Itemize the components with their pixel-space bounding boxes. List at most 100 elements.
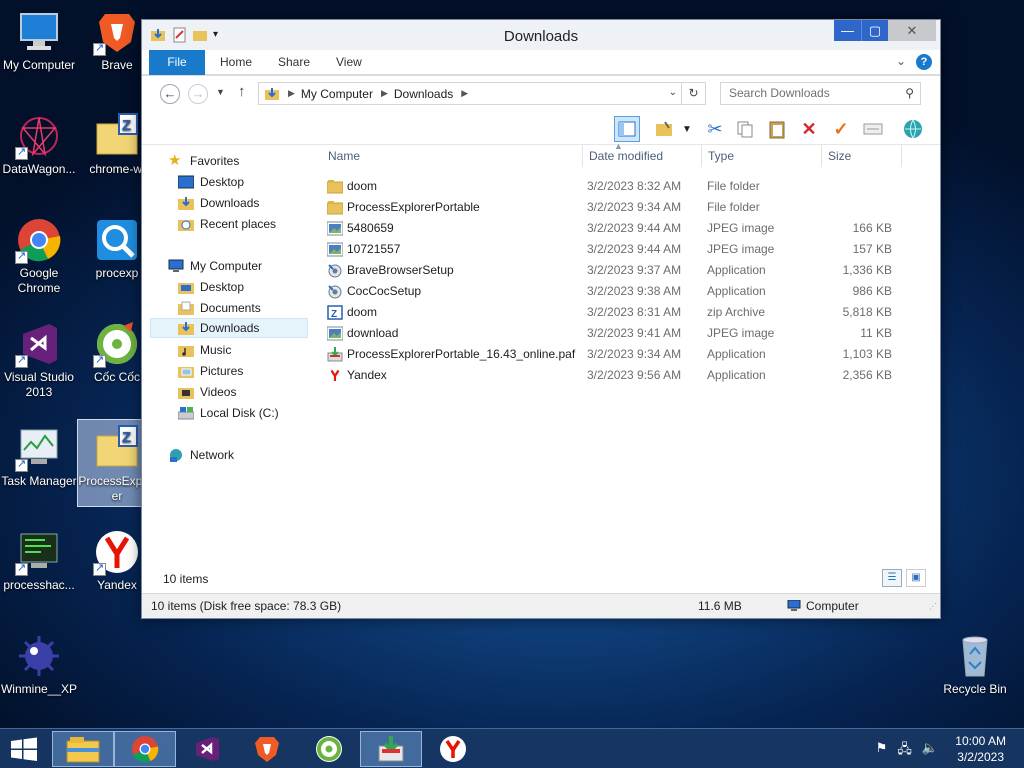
copy-icon[interactable] bbox=[732, 116, 758, 142]
file-type: Application bbox=[707, 284, 766, 298]
select-all-icon[interactable] bbox=[860, 116, 886, 142]
file-row[interactable]: 5480659 3/2/2023 9:44 AM JPEG image 166 KB bbox=[324, 218, 924, 239]
datawagon-icon bbox=[15, 112, 63, 160]
folder-options-icon[interactable] bbox=[652, 116, 678, 142]
up-button[interactable]: ↑ bbox=[238, 83, 246, 100]
address-dropdown-icon[interactable]: ⌄ bbox=[669, 87, 677, 98]
resize-grip-icon[interactable]: ⋰ bbox=[929, 602, 937, 611]
nav-favorites[interactable]: ★ Favorites bbox=[168, 151, 239, 171]
desktop-icon-processhacker[interactable]: processhac... bbox=[0, 528, 78, 593]
forward-button[interactable]: → bbox=[188, 84, 208, 104]
expand-ribbon-icon[interactable]: ⌄ bbox=[896, 54, 906, 68]
search-input[interactable]: Search Downloads ⚲ bbox=[720, 82, 921, 105]
help-icon[interactable]: ? bbox=[916, 54, 932, 70]
file-type: JPEG image bbox=[707, 242, 775, 256]
maximize-button[interactable]: ▢ bbox=[861, 20, 888, 41]
file-row[interactable]: Yandex 3/2/2023 9:56 AM Application 2,356 K… bbox=[324, 365, 924, 386]
nav-network[interactable]: Network bbox=[168, 445, 234, 465]
file-name: doom bbox=[347, 179, 378, 193]
start-button[interactable] bbox=[0, 731, 48, 767]
nav-fav-desktop[interactable]: Desktop bbox=[177, 172, 244, 192]
mine-icon bbox=[15, 632, 63, 680]
column-type[interactable]: Type bbox=[702, 145, 822, 167]
preview-pane-button[interactable] bbox=[614, 116, 640, 142]
file-row[interactable]: ProcessExplorerPortable_16.43_online.paf… bbox=[324, 344, 924, 365]
tab-file[interactable]: File bbox=[149, 50, 205, 75]
paste-icon[interactable] bbox=[764, 116, 790, 142]
taskbar-explorer[interactable] bbox=[52, 731, 114, 767]
nav-pc-documents[interactable]: Documents bbox=[178, 298, 261, 318]
nav-pc-desktop[interactable]: Desktop bbox=[178, 277, 244, 297]
file-size: 1,336 KB bbox=[842, 263, 892, 277]
details-view-icon[interactable]: ☰ bbox=[882, 569, 902, 587]
nav-pc-pictures[interactable]: Pictures bbox=[178, 361, 243, 381]
back-button[interactable]: ← bbox=[160, 84, 180, 104]
tab-share[interactable]: Share bbox=[278, 50, 310, 75]
minimize-button[interactable]: — bbox=[834, 20, 861, 41]
column-date-modified[interactable]: Date modified bbox=[582, 145, 702, 167]
tab-view[interactable]: View bbox=[336, 50, 362, 75]
desktop-icon-winmine[interactable]: Winmine__XP bbox=[0, 632, 78, 697]
network-tray-icon[interactable]: 🖧 bbox=[897, 740, 912, 762]
taskbar-yandex[interactable] bbox=[422, 731, 484, 767]
computer-small-icon bbox=[787, 599, 801, 612]
nav-fav-recent[interactable]: Recent places bbox=[178, 214, 276, 234]
taskbar-visual-studio[interactable] bbox=[176, 731, 238, 767]
file-row[interactable]: Zdoom 3/2/2023 8:31 AM zip Archive 5,818 KB bbox=[324, 302, 924, 323]
nav-pc-local-disk[interactable]: Local Disk (C:) bbox=[177, 403, 279, 423]
breadcrumb-arrow-icon[interactable]: ▶ bbox=[288, 88, 295, 99]
taskbar-installer[interactable] bbox=[360, 731, 422, 767]
column-size[interactable]: Size bbox=[822, 145, 902, 167]
desktop-icon-my-computer[interactable]: My Computer bbox=[0, 8, 78, 73]
desktop-icon-datawagon[interactable]: DataWagon... bbox=[0, 112, 78, 177]
refresh-button[interactable]: ↻ bbox=[681, 83, 705, 104]
chrome-icon bbox=[15, 216, 63, 264]
desktop-icon-google-chrome[interactable]: Google Chrome bbox=[0, 216, 78, 296]
rename-icon[interactable]: ✓ bbox=[828, 116, 854, 142]
svg-text:Z: Z bbox=[122, 117, 131, 134]
recent-locations-icon[interactable]: ▼ bbox=[216, 87, 225, 97]
cut-icon[interactable]: ✂ bbox=[702, 116, 728, 142]
nav-fav-downloads[interactable]: Downloads bbox=[178, 193, 259, 213]
column-name[interactable]: Name bbox=[322, 145, 582, 167]
system-tray: ⚑ 🖧 🔈 bbox=[876, 740, 938, 762]
taskbar-brave[interactable] bbox=[236, 731, 298, 767]
zip-icon: Z bbox=[327, 305, 343, 320]
desktop-icon-task-manager[interactable]: Task Manager bbox=[0, 424, 78, 489]
file-row[interactable]: BraveBrowserSetup 3/2/2023 9:37 AM Applica… bbox=[324, 260, 924, 281]
nav-my-computer[interactable]: My Computer bbox=[168, 256, 262, 276]
file-row[interactable]: ProcessExplorerPortable 3/2/2023 9:34 AM F… bbox=[324, 197, 924, 218]
breadcrumb-arrow-icon[interactable]: ▶ bbox=[381, 88, 388, 99]
file-row[interactable]: 10721557 3/2/2023 9:44 AM JPEG image 157 KB bbox=[324, 239, 924, 260]
taskbar-coccoc[interactable] bbox=[298, 731, 360, 767]
dropdown-arrow-icon[interactable]: ▼ bbox=[680, 116, 694, 142]
network-globe-icon[interactable] bbox=[900, 116, 926, 142]
close-button[interactable]: ✕ bbox=[888, 20, 936, 41]
title-bar[interactable]: ▾ Downloads — ▢ ✕ bbox=[142, 20, 940, 50]
nav-pc-downloads[interactable]: Downloads bbox=[150, 318, 308, 338]
chrome-icon bbox=[132, 736, 159, 763]
file-name: ProcessExplorerPortable_16.43_online.paf bbox=[347, 347, 576, 361]
delete-icon[interactable]: ✕ bbox=[796, 116, 822, 142]
file-row[interactable]: CocCocSetup 3/2/2023 9:38 AM Application 98… bbox=[324, 281, 924, 302]
file-name: 10721557 bbox=[347, 242, 401, 256]
nav-label: Desktop bbox=[200, 280, 245, 294]
nav-pc-music[interactable]: Music bbox=[178, 340, 231, 360]
file-row[interactable]: doom 3/2/2023 8:32 AM File folder bbox=[324, 176, 924, 197]
flag-icon[interactable]: ⚑ bbox=[876, 740, 888, 762]
desktop-icon-recycle-bin[interactable]: Recycle Bin bbox=[936, 632, 1014, 697]
breadcrumb-arrow-icon[interactable]: ▶ bbox=[461, 88, 468, 99]
tab-home[interactable]: Home bbox=[220, 50, 252, 75]
search-icon[interactable]: ⚲ bbox=[905, 83, 914, 104]
desktop-icon-label: Winmine__XP bbox=[0, 682, 78, 696]
desktop-icon-visual-studio[interactable]: Visual Studio 2013 bbox=[0, 320, 78, 400]
address-bar[interactable]: ▶ My Computer ▶ Downloads ▶ ⌄ ↻ bbox=[258, 82, 706, 105]
breadcrumb-downloads[interactable]: Downloads bbox=[394, 87, 453, 101]
nav-pc-videos[interactable]: Videos bbox=[178, 382, 236, 402]
volume-icon[interactable]: 🔈 bbox=[922, 740, 938, 762]
large-icons-view-icon[interactable]: ▣ bbox=[906, 569, 926, 587]
breadcrumb-my-computer[interactable]: My Computer bbox=[301, 87, 373, 101]
file-row[interactable]: download 3/2/2023 9:41 AM JPEG image 11 KB bbox=[324, 323, 924, 344]
clock[interactable]: 10:00 AM 3/2/2023 bbox=[955, 733, 1006, 765]
taskbar-chrome[interactable] bbox=[114, 731, 176, 767]
